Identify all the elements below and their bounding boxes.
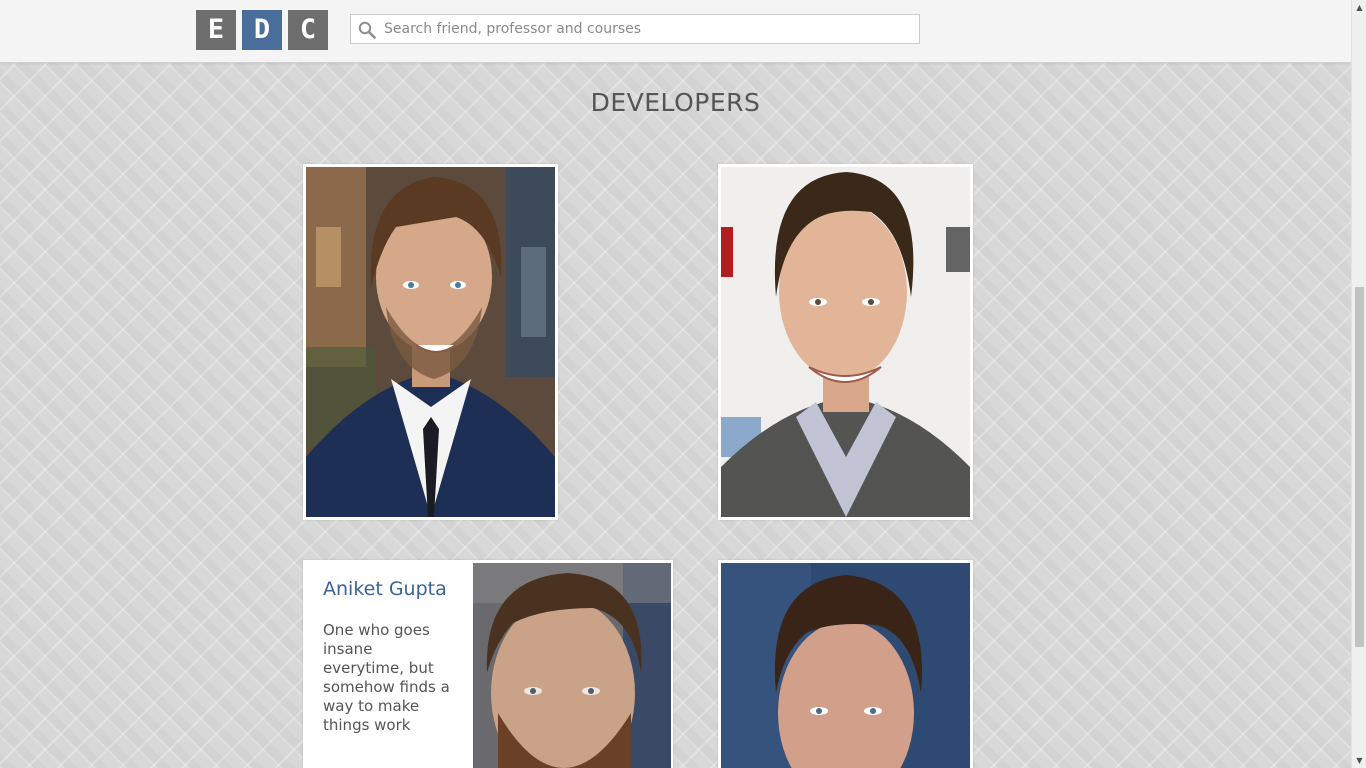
scroll-thumb[interactable] <box>1355 287 1364 647</box>
scroll-down-arrow-icon[interactable]: ▼ <box>1352 753 1366 768</box>
developer-photo <box>721 563 970 768</box>
page-scrollbar[interactable]: ▲ ▼ <box>1351 0 1366 768</box>
logo-letter-c: C <box>288 10 328 50</box>
developer-card[interactable]: Aniket Gupta One who goes insane everyti… <box>303 560 673 768</box>
logo-letter-e: E <box>196 10 236 50</box>
developer-card[interactable] <box>718 164 973 520</box>
developer-photo <box>473 563 671 768</box>
search-icon <box>358 21 376 39</box>
developer-info: Aniket Gupta One who goes insane everyti… <box>303 560 473 768</box>
developer-name[interactable]: Aniket Gupta <box>323 578 447 600</box>
developer-description: One who goes insane everytime, but someh… <box>323 621 450 734</box>
top-bar: E D C <box>0 0 1351 63</box>
search-input[interactable] <box>384 15 914 43</box>
scroll-up-arrow-icon[interactable]: ▲ <box>1352 0 1366 15</box>
developer-card[interactable] <box>718 560 973 768</box>
developer-card[interactable] <box>303 164 558 520</box>
developer-photo <box>721 167 970 517</box>
developer-photo <box>306 167 555 517</box>
search-box <box>350 14 920 44</box>
page-title: DEVELOPERS <box>590 88 761 117</box>
logo-letter-d: D <box>242 10 282 50</box>
